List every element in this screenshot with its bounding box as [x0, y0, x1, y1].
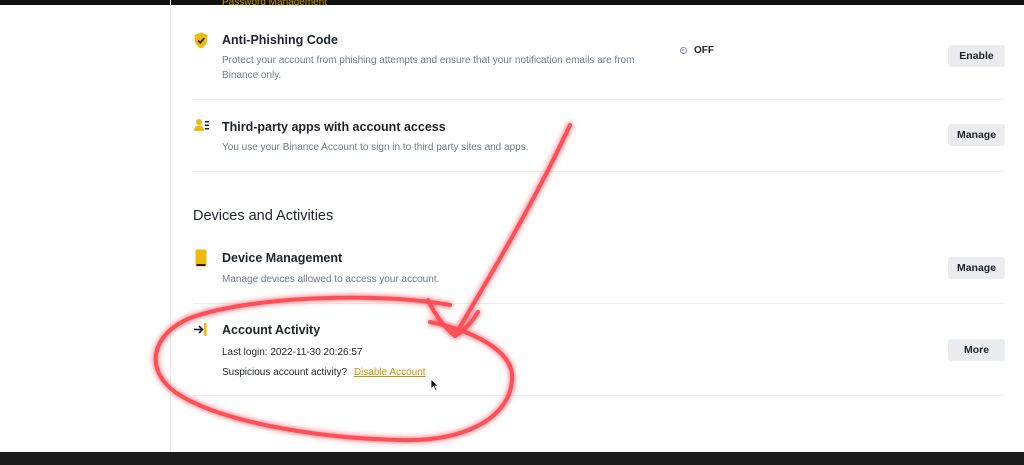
bottom-bar	[0, 452, 1024, 465]
anti-phishing-description: Protect your account from phishing attem…	[222, 55, 635, 81]
phone-icon	[195, 249, 207, 272]
content-left-divider	[170, 0, 171, 452]
enable-button[interactable]: Enable	[948, 45, 1005, 67]
device-management-row: Device Management Manage devices allowed…	[193, 249, 1005, 289]
login-arrow-icon	[193, 322, 209, 342]
third-party-apps-row: Third-party apps with account access You…	[193, 118, 1005, 158]
third-party-apps-description: You use your Binance Account to sign in …	[222, 142, 529, 153]
manage-third-party-button[interactable]: Manage	[948, 124, 1005, 146]
device-management-description: Manage devices allowed to access your ac…	[222, 274, 440, 285]
anti-phishing-row: Anti-Phishing Code Protect your account …	[193, 32, 1005, 82]
more-button[interactable]: More	[948, 339, 1005, 361]
last-login-text: Last login: 2022-11-30 20:26:57	[222, 347, 363, 358]
manage-devices-button[interactable]: Manage	[948, 257, 1005, 279]
user-apps-icon	[193, 118, 210, 139]
account-activity-title: Account Activity	[222, 323, 321, 337]
anti-phishing-title: Anti-Phishing Code	[222, 33, 338, 47]
account-activity-row: Account Activity Last login: 2022-11-30 …	[193, 321, 1005, 381]
status-off-icon	[680, 47, 687, 54]
row-divider	[193, 303, 1005, 304]
mouse-cursor-icon	[430, 378, 440, 397]
third-party-apps-title: Third-party apps with account access	[222, 120, 446, 134]
section-heading-devices: Devices and Activities	[193, 208, 334, 224]
row-divider	[193, 99, 1005, 100]
disable-account-link[interactable]: Disable Account	[354, 367, 426, 378]
password-management-link[interactable]: Password Management	[222, 0, 327, 6]
row-divider	[193, 171, 1005, 172]
suspicious-activity-text: Suspicious account activity?	[222, 367, 348, 378]
shield-icon	[193, 32, 209, 54]
top-bar	[0, 0, 1024, 5]
suspicious-activity-line: Suspicious account activity? Disable Acc…	[222, 365, 426, 380]
anti-phishing-status: OFF	[680, 45, 714, 56]
row-divider	[193, 395, 1005, 396]
device-management-title: Device Management	[222, 251, 343, 265]
